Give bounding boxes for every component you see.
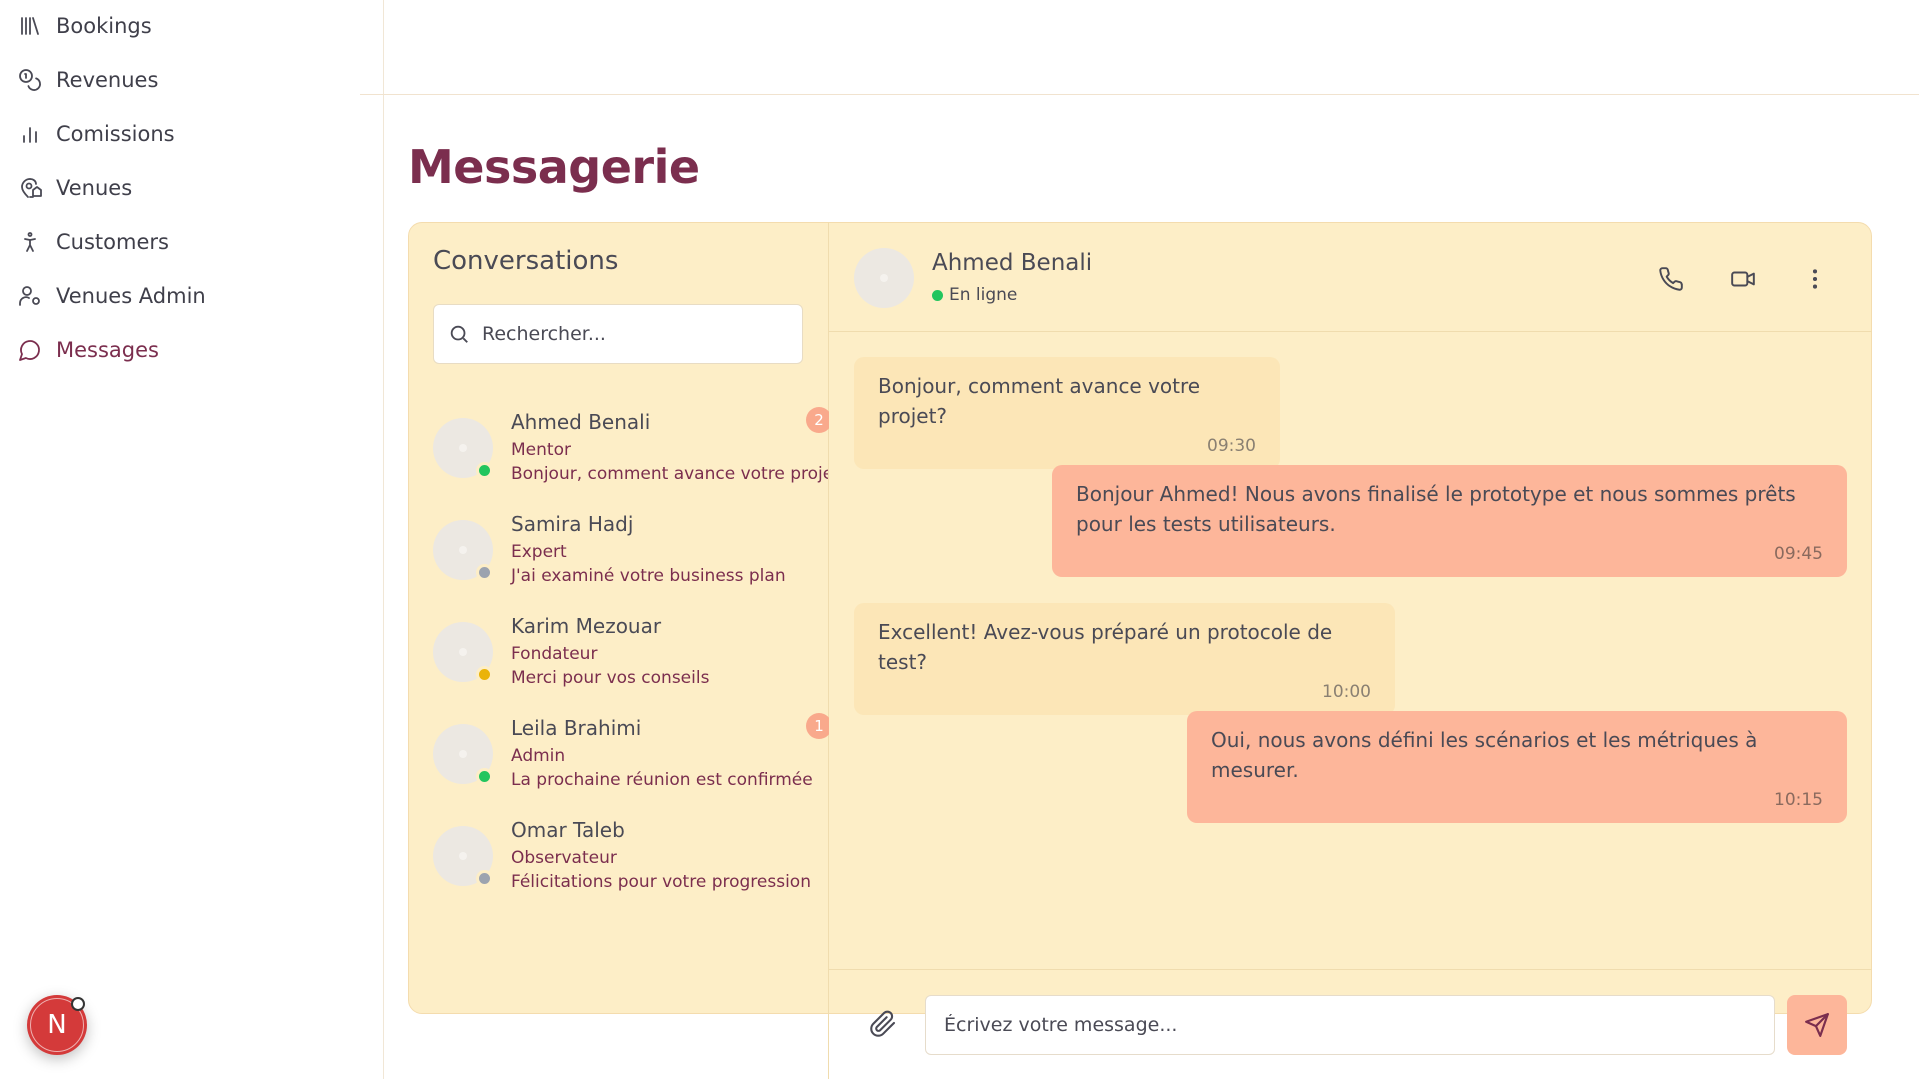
sidebar-item-label: Revenues — [56, 68, 159, 92]
away-status-dot — [476, 666, 493, 683]
conversation-name: Omar Taleb — [511, 818, 625, 842]
message-time: 09:45 — [1774, 544, 1823, 564]
map-pin-house-icon — [21, 178, 42, 198]
conversation-role: Observateur — [511, 848, 617, 868]
header-divider — [360, 94, 1919, 95]
conversation-item[interactable]: Omar Taleb Observateur Félicitations pou… — [433, 818, 828, 908]
conversation-item[interactable]: Karim Mezouar Fondateur Merci pour vos c… — [433, 614, 828, 704]
sidebar-item-label: Venues — [56, 176, 133, 200]
sidebar-item-revenues[interactable]: Revenues — [18, 62, 158, 98]
conversation-preview: Bonjour, comment avance votre projet? — [511, 464, 829, 484]
chat-header: Ahmed Benali En ligne — [829, 222, 1872, 332]
page-title: Messagerie — [408, 140, 700, 194]
sidebar-item-venues-admin[interactable]: Venues Admin — [18, 278, 206, 314]
sidebar-item-customers[interactable]: Customers — [18, 224, 169, 260]
sidebar-item-label: Bookings — [56, 14, 152, 38]
conversation-name: Leila Brahimi — [511, 716, 642, 740]
conversation-name: Karim Mezouar — [511, 614, 662, 638]
online-status-dot — [476, 768, 493, 785]
notification-dot — [71, 997, 85, 1011]
conversation-role: Expert — [511, 542, 567, 562]
conversation-list: Conversations Ahmed Benali Mentor Bonjou… — [408, 222, 829, 1014]
bar-chart-icon — [23, 127, 37, 143]
conversations-title: Conversations — [433, 246, 619, 276]
conversation-item[interactable]: Leila Brahimi Admin La prochaine réunion… — [433, 716, 828, 806]
video-icon — [1731, 271, 1755, 287]
offline-status-dot — [476, 564, 493, 581]
library-icon — [21, 17, 39, 35]
composer-left-border — [828, 1014, 829, 1079]
chat-contact-name: Ahmed Benali — [932, 250, 1093, 276]
search-box — [433, 304, 803, 364]
sidebar-item-label: Messages — [56, 338, 159, 362]
conversation-role: Fondateur — [511, 644, 598, 664]
conversation-preview: J'ai examiné votre business plan — [511, 566, 786, 586]
coins-icon — [19, 69, 41, 91]
sidebar-item-comissions[interactable]: Comissions — [18, 116, 175, 152]
conversation-item[interactable]: Ahmed Benali Mentor Bonjour, comment ava… — [433, 410, 829, 500]
search-input[interactable] — [482, 323, 782, 345]
conversation-item[interactable]: Samira Hadj Expert J'ai examiné votre bu… — [433, 512, 828, 602]
sidebar-item-bookings[interactable]: Bookings — [18, 8, 152, 44]
conversation-name: Samira Hadj — [511, 512, 634, 536]
message-circle-icon — [19, 340, 40, 361]
conversation-role: Mentor — [511, 440, 571, 460]
message-text: Oui, nous avons défini les scénarios et … — [1211, 728, 1758, 782]
online-status-dot — [476, 462, 493, 479]
message-time: 10:15 — [1774, 790, 1823, 810]
sidebar-item-label: Comissions — [56, 122, 175, 146]
chat-contact-status: En ligne — [932, 285, 1017, 305]
sidebar-item-messages[interactable]: Messages — [18, 332, 159, 368]
user-cog-icon — [19, 286, 40, 306]
message-time: 10:00 — [1322, 682, 1371, 702]
user-avatar[interactable]: N — [27, 995, 87, 1055]
paperclip-icon — [870, 1010, 896, 1037]
message-incoming: Excellent! Avez-vous préparé un protocol… — [854, 603, 1395, 715]
message-text: Bonjour, comment avance votre projet? — [878, 374, 1201, 428]
conversation-preview: Félicitations pour votre progression — [511, 872, 811, 892]
sidebar-item-label: Venues Admin — [56, 284, 206, 308]
online-status-dot — [932, 289, 943, 301]
message-outgoing: Oui, nous avons défini les scénarios et … — [1187, 711, 1847, 823]
message-time: 09:30 — [1207, 436, 1256, 456]
video-call-button[interactable] — [1730, 266, 1756, 292]
call-button[interactable] — [1658, 266, 1684, 292]
message-input[interactable] — [925, 995, 1775, 1055]
send-icon — [1805, 1013, 1829, 1037]
conversation-name: Ahmed Benali — [511, 410, 651, 434]
conversation-role: Admin — [511, 746, 566, 766]
sidebar-item-label: Customers — [56, 230, 169, 254]
message-text: Bonjour Ahmed! Nous avons finalisé le pr… — [1076, 482, 1796, 536]
conversation-preview: Merci pour vos conseils — [511, 668, 710, 688]
message-outgoing: Bonjour Ahmed! Nous avons finalisé le pr… — [1052, 465, 1847, 577]
status-label: En ligne — [949, 285, 1018, 305]
send-button[interactable] — [1787, 995, 1847, 1055]
avatar — [854, 248, 914, 308]
search-icon — [450, 325, 468, 343]
more-options-button[interactable] — [1802, 266, 1828, 292]
offline-status-dot — [476, 870, 493, 887]
sidebar: Bookings Revenues Comissions Venues Cust… — [0, 0, 384, 1079]
composer-divider — [829, 969, 1872, 970]
conversation-preview: La prochaine réunion est confirmée — [511, 770, 813, 790]
sidebar-item-venues[interactable]: Venues — [18, 170, 132, 206]
message-text: Excellent! Avez-vous préparé un protocol… — [878, 620, 1333, 674]
attach-button[interactable] — [869, 1010, 897, 1038]
phone-icon — [1659, 267, 1683, 291]
more-vertical-icon — [1812, 269, 1818, 289]
person-standing-icon — [24, 232, 36, 252]
message-incoming: Bonjour, comment avance votre projet? 09… — [854, 357, 1280, 469]
